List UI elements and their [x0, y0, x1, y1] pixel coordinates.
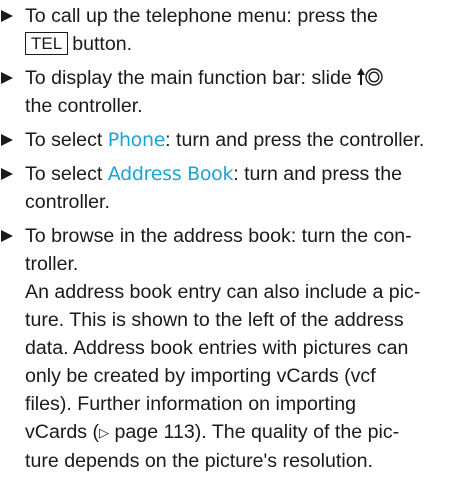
note-text: files). Further information on importing: [25, 393, 357, 415]
note-text: An address book entry can also include a…: [25, 281, 421, 303]
step-text: To select: [25, 163, 103, 185]
page-reference-link[interactable]: page 113). The quality of the pic-: [115, 421, 400, 443]
note-text: only be created by importing vCards (vcf: [25, 365, 376, 387]
menu-item-address-book: Address Book: [107, 163, 234, 185]
step-browse-address-book: To browse in the address book: turn the …: [0, 222, 462, 475]
step-select-address-book: To select Address Book: turn and press t…: [0, 160, 462, 216]
step-text: : turn and press the controller.: [165, 129, 425, 151]
step-select-phone: To select Phone: turn and press the cont…: [0, 126, 462, 154]
step-text: the controller.: [25, 95, 143, 117]
step-text: troller.: [25, 253, 79, 275]
bullet-arrow-icon: [1, 134, 13, 146]
note-text: ture. This is shown to the left of the a…: [25, 309, 404, 331]
bullet-arrow-icon: [1, 168, 13, 180]
tel-key-label: TEL: [25, 32, 69, 55]
bullet-arrow-icon: [1, 230, 13, 242]
manual-instructions: To call up the telephone menu: press the…: [0, 2, 462, 481]
step-text: To display the main function bar: slide: [25, 67, 352, 89]
step-open-telephone-menu: To call up the telephone menu: press the…: [0, 2, 462, 58]
step-text: To call up the telephone menu: press the: [25, 5, 378, 27]
note-text: data. Address book entries with pictures…: [25, 337, 409, 359]
bullet-arrow-icon: [1, 10, 13, 22]
step-text: button.: [72, 33, 133, 55]
step-text: To browse in the address book: turn the …: [25, 225, 412, 247]
step-text: To select: [25, 129, 103, 151]
menu-item-phone: Phone: [107, 129, 166, 151]
controller-slide-up-icon: [357, 67, 383, 87]
note-text: vCards (: [25, 421, 100, 443]
bullet-arrow-icon: [1, 72, 13, 84]
page-reference-icon: ▷: [99, 425, 110, 440]
note-text: ture depends on the picture's resolution…: [25, 450, 373, 472]
step-main-function-bar: To display the main function bar: slide …: [0, 64, 462, 120]
